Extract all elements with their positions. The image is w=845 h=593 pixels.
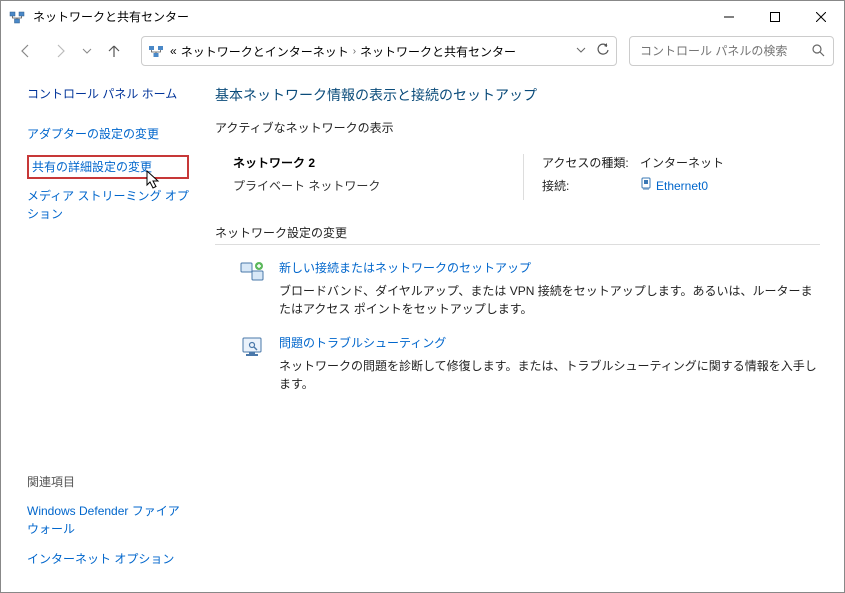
maximize-button[interactable] (752, 1, 798, 33)
setting-new-connection: 新しい接続またはネットワークのセットアップ ブロードバンド、ダイヤルアップ、また… (215, 259, 820, 334)
sidebar-link-internet-options[interactable]: インターネット オプション (27, 550, 189, 568)
control-panel-home-link[interactable]: コントロール パネル ホーム (27, 85, 189, 103)
active-network-row: ネットワーク 2 プライベート ネットワーク アクセスの種類: インターネット … (215, 148, 820, 218)
refresh-icon[interactable] (596, 43, 610, 60)
breadcrumb[interactable]: « ネットワークとインターネット › ネットワークと共有センター (170, 43, 570, 60)
address-bar[interactable]: « ネットワークとインターネット › ネットワークと共有センター (141, 36, 617, 66)
ethernet-icon (640, 177, 652, 194)
connection-label: 接続: (542, 177, 640, 194)
breadcrumb-item[interactable]: ネットワークと共有センター (360, 43, 516, 60)
search-icon[interactable] (811, 43, 825, 60)
setting-troubleshoot-link[interactable]: 問題のトラブルシューティング (279, 334, 446, 351)
sidebar-link-defender-firewall[interactable]: Windows Defender ファイアウォール (27, 502, 189, 538)
network-center-icon (9, 9, 25, 25)
connection-link[interactable]: Ethernet0 (640, 177, 708, 194)
access-type-label: アクセスの種類: (542, 154, 640, 171)
breadcrumb-item[interactable]: ネットワークとインターネット (181, 43, 349, 60)
close-button[interactable] (798, 1, 844, 33)
network-settings-header: ネットワーク設定の変更 (215, 224, 820, 245)
setting-new-connection-desc: ブロードバンド、ダイヤルアップ、または VPN 接続をセットアップします。あるい… (279, 282, 820, 318)
new-connection-icon (239, 259, 267, 287)
recent-dropdown[interactable] (79, 37, 95, 65)
search-input[interactable] (638, 43, 811, 59)
page-heading: 基本ネットワーク情報の表示と接続のセットアップ (215, 85, 820, 105)
main-content: 基本ネットワーク情報の表示と接続のセットアップ アクティブなネットワークの表示 … (201, 69, 844, 592)
minimize-button[interactable] (706, 1, 752, 33)
troubleshoot-icon (239, 334, 267, 362)
sidebar: コントロール パネル ホーム アダプターの設定の変更 共有の詳細設定の変更 メデ… (1, 69, 201, 592)
breadcrumb-prefix: « (170, 44, 177, 58)
related-items-heading: 関連項目 (27, 473, 189, 490)
network-center-icon (148, 43, 164, 59)
setting-troubleshoot: 問題のトラブルシューティング ネットワークの問題を診断して修復します。または、ト… (215, 334, 820, 409)
network-name: ネットワーク 2 (233, 154, 523, 171)
up-button[interactable] (99, 37, 129, 65)
active-networks-label: アクティブなネットワークの表示 (215, 119, 820, 136)
sidebar-link-media-streaming[interactable]: メディア ストリーミング オプション (27, 187, 189, 223)
network-type: プライベート ネットワーク (233, 177, 523, 194)
access-type-value: インターネット (640, 154, 724, 171)
search-box[interactable] (629, 36, 834, 66)
connection-value: Ethernet0 (656, 179, 708, 193)
forward-button[interactable] (45, 37, 75, 65)
setting-new-connection-link[interactable]: 新しい接続またはネットワークのセットアップ (279, 259, 531, 276)
window-controls (706, 1, 844, 33)
back-button[interactable] (11, 37, 41, 65)
sidebar-link-adapter-settings[interactable]: アダプターの設定の変更 (27, 125, 189, 143)
chevron-right-icon[interactable]: › (353, 46, 356, 57)
sidebar-link-advanced-sharing[interactable]: 共有の詳細設定の変更 (27, 155, 189, 179)
window-title: ネットワークと共有センター (33, 8, 706, 25)
chevron-down-icon[interactable] (576, 44, 586, 58)
setting-troubleshoot-desc: ネットワークの問題を診断して修復します。または、トラブルシューティングに関する情… (279, 357, 820, 393)
navigation-bar: « ネットワークとインターネット › ネットワークと共有センター (1, 33, 844, 69)
titlebar: ネットワークと共有センター (1, 1, 844, 33)
